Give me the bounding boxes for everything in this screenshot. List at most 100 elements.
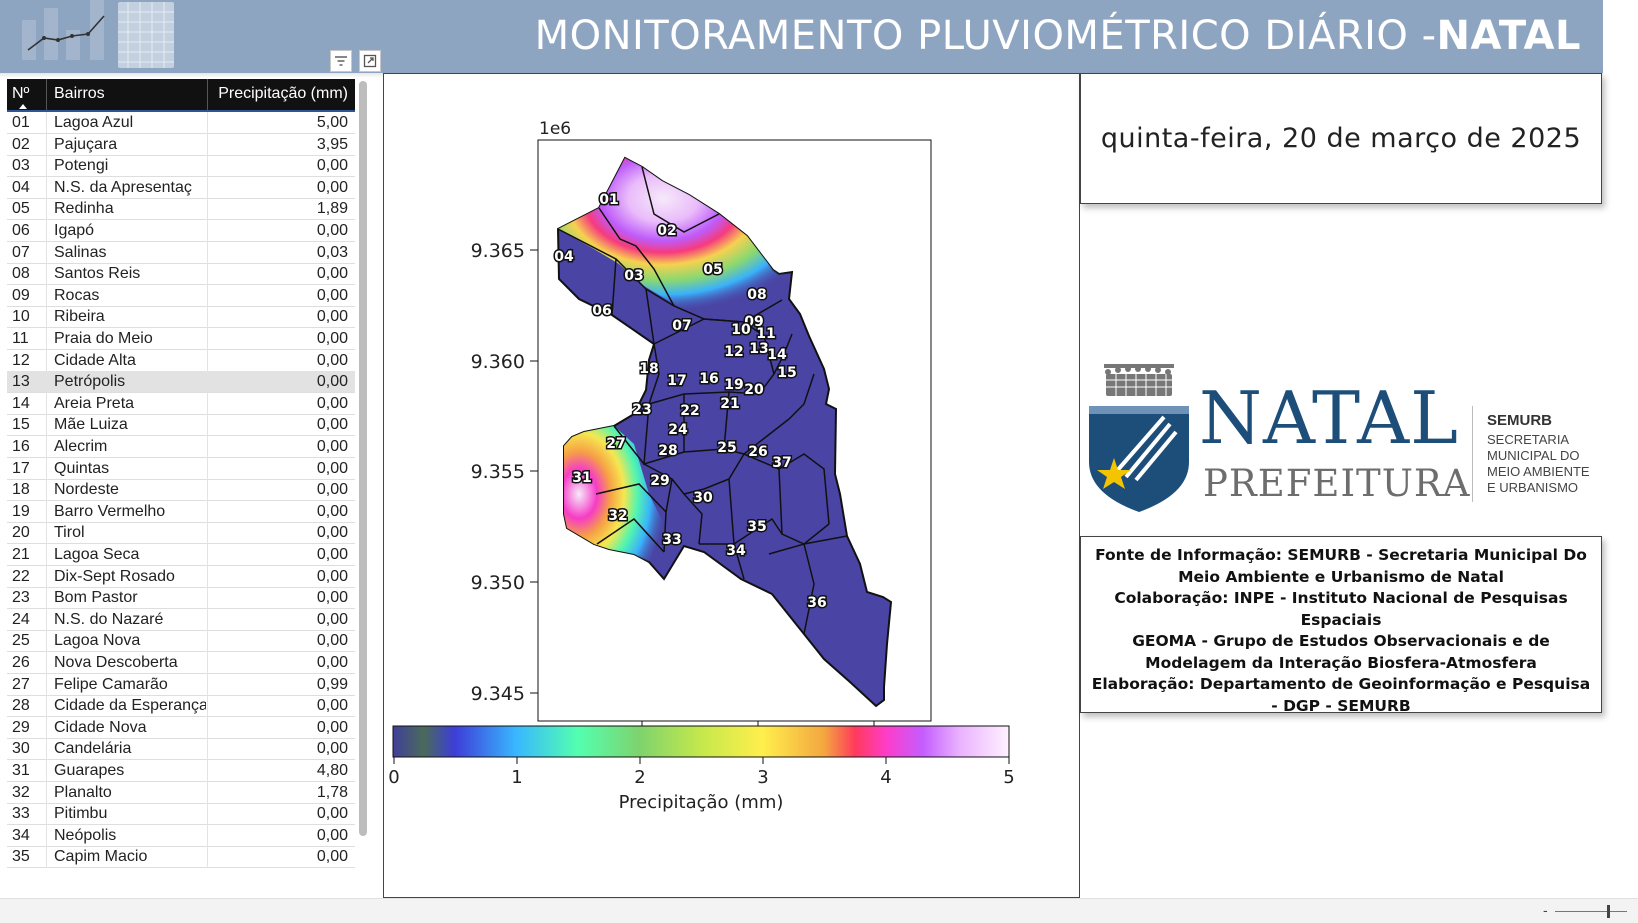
table-row[interactable]: 08 Santos Reis 0,00 bbox=[7, 263, 355, 286]
district-label: 37 bbox=[772, 455, 791, 471]
info-elaboration: Elaboração: Departamento de Geoinformaçã… bbox=[1091, 675, 1591, 715]
table-row[interactable]: 29 Cidade Nova 0,00 bbox=[7, 716, 355, 739]
table-row[interactable]: 07 Salinas 0,03 bbox=[7, 241, 355, 264]
y-tick-label: 9.365 bbox=[471, 240, 525, 262]
district-label: 08 bbox=[747, 287, 766, 303]
row-number: 21 bbox=[12, 546, 30, 563]
table-row[interactable]: 24 N.S. do Nazaré 0,00 bbox=[7, 608, 355, 631]
table-row[interactable]: 06 Igapó 0,00 bbox=[7, 220, 355, 242]
table-row[interactable]: 14 Areia Preta 0,00 bbox=[7, 392, 355, 415]
district-label: 14 bbox=[767, 347, 787, 363]
table-row[interactable]: 20 Tirol 0,00 bbox=[7, 522, 355, 545]
row-precipitation: 0,00 bbox=[207, 544, 355, 566]
district-label: 10 bbox=[731, 322, 751, 338]
zoom-out-button[interactable]: - bbox=[1543, 902, 1548, 918]
title-city: NATAL bbox=[1436, 13, 1581, 59]
row-precipitation: 0,00 bbox=[207, 565, 355, 588]
district-label: 19 bbox=[724, 377, 743, 393]
row-number: 11 bbox=[12, 330, 29, 347]
table-row[interactable]: 09 Rocas 0,00 bbox=[7, 284, 355, 307]
table-row[interactable]: 35 Capim Macio 0,00 bbox=[7, 846, 355, 869]
table-row[interactable]: 34 Neópolis 0,00 bbox=[7, 824, 355, 847]
row-precipitation: 0,00 bbox=[207, 457, 355, 480]
table-row[interactable]: 23 Bom Pastor 0,00 bbox=[7, 587, 355, 610]
table-row[interactable]: 33 Pitimbu 0,00 bbox=[7, 803, 355, 826]
y-tick-label: 9.345 bbox=[471, 683, 525, 705]
row-precipitation: 0,03 bbox=[207, 241, 355, 264]
chart-decoration-icon bbox=[22, 0, 174, 68]
source-info-card: Fonte de Informação: SEMURB - Secretaria… bbox=[1080, 536, 1602, 715]
zoom-slider[interactable] bbox=[1555, 911, 1627, 912]
district-label: 16 bbox=[699, 371, 718, 387]
table-row[interactable]: 18 Nordeste 0,00 bbox=[7, 479, 355, 502]
row-precipitation: 3,95 bbox=[207, 133, 355, 156]
table-header: Nº Bairros Precipitação (mm) bbox=[7, 79, 355, 112]
table-row[interactable]: 02 Pajuçara 3,95 bbox=[7, 133, 355, 156]
table-row[interactable]: 04 N.S. da Apresentaç 0,00 bbox=[7, 176, 355, 199]
table-scrollbar-thumb[interactable] bbox=[359, 81, 367, 836]
row-precipitation: 0,00 bbox=[207, 176, 355, 199]
row-number: 26 bbox=[12, 654, 30, 671]
table-row[interactable]: 28 Cidade da Esperança 0,00 bbox=[7, 695, 355, 718]
row-bairro: Lagoa Nova bbox=[46, 630, 206, 653]
y-tick-label: 9.360 bbox=[471, 351, 525, 373]
colorbar-label: Precipitação (mm) bbox=[619, 792, 784, 813]
row-number: 10 bbox=[12, 308, 30, 326]
table-row[interactable]: 30 Candelária 0,00 bbox=[7, 738, 355, 761]
district-label: 28 bbox=[658, 443, 677, 459]
row-bairro: Pitimbu bbox=[46, 803, 206, 826]
row-number: 31 bbox=[12, 762, 30, 779]
table-row[interactable]: 12 Cidade Alta 0,00 bbox=[7, 349, 355, 372]
column-header-precipitation[interactable]: Precipitação (mm) bbox=[207, 79, 355, 110]
table-row[interactable]: 22 Dix-Sept Rosado 0,00 bbox=[7, 565, 355, 588]
row-bairro: N.S. do Nazaré bbox=[46, 608, 206, 631]
table-row[interactable]: 16 Alecrim 0,00 bbox=[7, 436, 355, 458]
zoom-slider-thumb[interactable] bbox=[1607, 905, 1610, 918]
row-precipitation: 0,00 bbox=[207, 392, 355, 415]
table-row[interactable]: 19 Barro Vermelho 0,00 bbox=[7, 500, 355, 523]
table-row[interactable]: 25 Lagoa Nova 0,00 bbox=[7, 630, 355, 653]
row-bairro: Mãe Luiza bbox=[46, 414, 206, 437]
logo-semurb-text: SEMURB bbox=[1487, 412, 1553, 429]
row-precipitation: 1,78 bbox=[207, 781, 355, 804]
row-precipitation: 0,00 bbox=[207, 500, 355, 523]
row-precipitation: 0,00 bbox=[207, 263, 355, 286]
focus-mode-icon[interactable] bbox=[359, 50, 381, 72]
table-row[interactable]: 31 Guarapes 4,80 bbox=[7, 760, 355, 782]
row-precipitation: 0,00 bbox=[207, 608, 355, 631]
table-row[interactable]: 13 Petrópolis 0,00 bbox=[7, 371, 355, 394]
row-precipitation: 0,00 bbox=[207, 371, 355, 394]
report-date: quinta-feira, 20 de março de 2025 bbox=[1100, 123, 1582, 154]
colorbar bbox=[392, 725, 1010, 758]
logo-secretaria-text: SECRETARIA MUNICIPAL DO MEIO AMBIENTE E … bbox=[1487, 432, 1590, 495]
table-row[interactable]: 01 Lagoa Azul 5,00 bbox=[7, 112, 355, 134]
row-bairro: Cidade da Esperança bbox=[46, 695, 206, 718]
table-row[interactable]: 03 Potengi 0,00 bbox=[7, 155, 355, 178]
row-number: 13 bbox=[12, 373, 30, 391]
table-row[interactable]: 26 Nova Descoberta 0,00 bbox=[7, 652, 355, 674]
column-header-bairros[interactable]: Bairros bbox=[46, 79, 206, 110]
logo-prefeitura-text: PREFEITURA bbox=[1203, 462, 1471, 505]
district-label: 18 bbox=[639, 361, 658, 377]
table-row[interactable]: 17 Quintas 0,00 bbox=[7, 457, 355, 480]
row-bairro: Capim Macio bbox=[46, 846, 206, 869]
table-row[interactable]: 15 Mãe Luiza 0,00 bbox=[7, 414, 355, 437]
district-label: 20 bbox=[744, 382, 764, 398]
row-precipitation: 0,00 bbox=[207, 284, 355, 307]
row-bairro: Pajuçara bbox=[46, 133, 206, 156]
district-label: 27 bbox=[606, 436, 625, 452]
table-row[interactable]: 05 Redinha 1,89 bbox=[7, 198, 355, 221]
row-number: 29 bbox=[12, 718, 30, 736]
table-row[interactable]: 21 Lagoa Seca 0,00 bbox=[7, 544, 355, 566]
table-row[interactable]: 11 Praia do Meio 0,00 bbox=[7, 328, 355, 350]
row-precipitation: 0,00 bbox=[207, 824, 355, 847]
filter-icon[interactable] bbox=[330, 50, 352, 72]
table-row[interactable]: 27 Felipe Camarão 0,99 bbox=[7, 673, 355, 696]
natal-crest-icon bbox=[1089, 364, 1189, 512]
district-label: 25 bbox=[717, 440, 736, 456]
district-label: 30 bbox=[693, 490, 713, 506]
table-row[interactable]: 32 Planalto 1,78 bbox=[7, 781, 355, 804]
row-number: 24 bbox=[12, 610, 30, 628]
table-row[interactable]: 10 Ribeira 0,00 bbox=[7, 306, 355, 329]
row-number: 12 bbox=[12, 351, 30, 369]
